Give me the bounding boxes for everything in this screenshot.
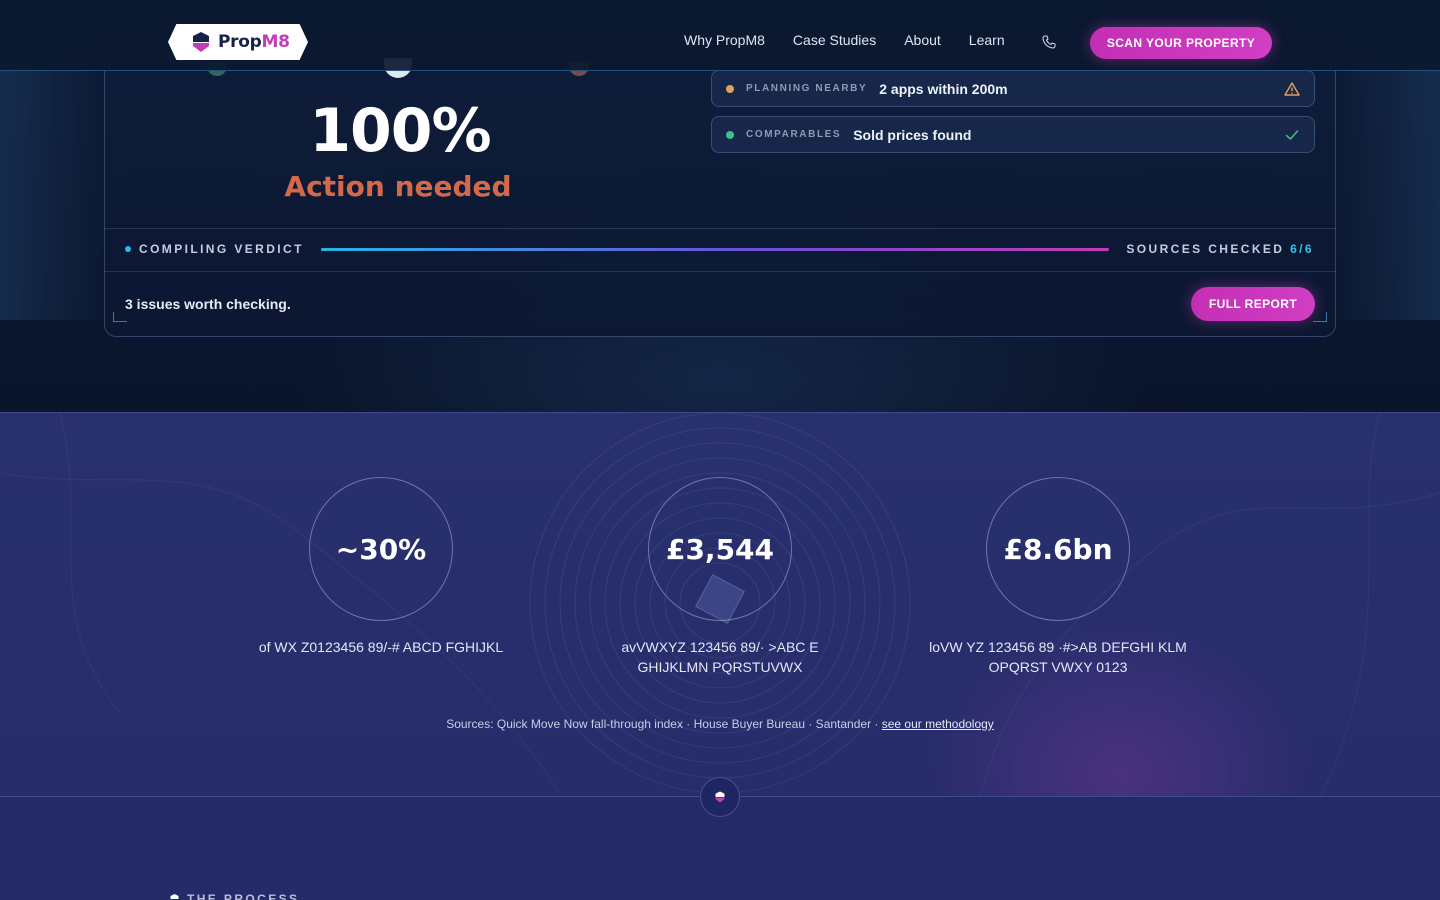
main-nav: Why PropM8 Case Studies About Learn bbox=[684, 32, 1005, 48]
card-divider bbox=[104, 271, 1336, 272]
brand-name: PropM8 bbox=[218, 32, 290, 52]
corner-bracket bbox=[113, 312, 127, 322]
check-row-comparables[interactable]: COMPARABLES Sold prices found bbox=[711, 116, 1315, 153]
scan-property-button[interactable]: SCAN YOUR PROPERTY bbox=[1090, 27, 1272, 59]
stat-value: £8.6bn bbox=[1003, 532, 1113, 566]
stat-value: £3,544 bbox=[665, 532, 775, 566]
verdict-status: Action needed bbox=[284, 170, 512, 203]
check-value: 2 apps within 200m bbox=[879, 80, 1008, 97]
background-photo-right bbox=[1330, 60, 1440, 320]
pulse-dot bbox=[125, 246, 131, 252]
verdict-score: 100% bbox=[309, 96, 491, 166]
verdict-progress-bar bbox=[321, 248, 1109, 251]
check-row-planning[interactable]: PLANNING NEARBY 2 apps within 200m bbox=[711, 70, 1315, 107]
sources-checked-count: 6/6 bbox=[1290, 242, 1314, 256]
stat-caption: of WX Z0123456 89/-# ABCD FGHIJKL bbox=[258, 639, 504, 655]
compiling-indicator: COMPILING VERDICT bbox=[125, 242, 304, 256]
stat-circle: £3,544 bbox=[648, 477, 792, 621]
phone-icon[interactable] bbox=[1042, 35, 1056, 49]
nav-link-case-studies[interactable]: Case Studies bbox=[793, 32, 876, 48]
methodology-link[interactable]: see our methodology bbox=[882, 717, 994, 731]
stat-circle: ~30% bbox=[309, 477, 453, 621]
card-divider bbox=[104, 228, 1336, 229]
check-icon bbox=[1285, 130, 1299, 140]
sources-checked: SOURCES CHECKED 6/6 bbox=[1126, 242, 1314, 256]
status-dot bbox=[726, 84, 734, 93]
stat-caption: avVWXYZ 123456 89/· >ABC E GHIJKLMN PQRS… bbox=[621, 639, 819, 675]
progress-fill bbox=[321, 248, 1109, 251]
navbar: PropM8 Why PropM8 Case Studies About Lea… bbox=[0, 0, 1440, 71]
nav-link-learn[interactable]: Learn bbox=[969, 32, 1005, 48]
brand-prefix: Prop bbox=[218, 32, 262, 52]
background-photo-left bbox=[0, 60, 110, 320]
nav-link-why-propm8[interactable]: Why PropM8 bbox=[684, 32, 765, 48]
sources-citation: Sources: Quick Move Now fall-through ind… bbox=[0, 717, 1440, 731]
stats-section: ~30% £3,544 £8.6bn of WX Z0123456 89/-# … bbox=[0, 412, 1440, 797]
issues-summary: 3 issues worth checking. bbox=[125, 296, 291, 312]
sources-checked-label: SOURCES CHECKED bbox=[1126, 242, 1285, 256]
sources-text: Sources: Quick Move Now fall-through ind… bbox=[446, 717, 882, 731]
corner-bracket bbox=[1313, 312, 1327, 322]
check-value: Sold prices found bbox=[853, 126, 972, 143]
check-label: PLANNING NEARBY bbox=[746, 83, 868, 94]
process-eyebrow-label: THE PROCESS bbox=[187, 892, 300, 900]
logo-mark-icon bbox=[193, 32, 209, 52]
check-label: COMPARABLES bbox=[746, 129, 842, 140]
logo-mark-icon bbox=[715, 791, 725, 803]
process-eyebrow: THE PROCESS bbox=[170, 892, 299, 900]
nav-link-about[interactable]: About bbox=[904, 32, 941, 48]
compiling-label: COMPILING VERDICT bbox=[139, 242, 304, 256]
brand-logo[interactable]: PropM8 bbox=[168, 24, 308, 60]
logo-mark-icon bbox=[170, 894, 179, 899]
warning-triangle-icon bbox=[1284, 82, 1300, 96]
stat-value: ~30% bbox=[335, 532, 427, 566]
stat-caption: loVW YZ 123456 89 ·#>AB DEFGHI KLM OPQRS… bbox=[929, 639, 1187, 675]
section-divider-logo bbox=[700, 777, 740, 817]
status-dot bbox=[726, 130, 734, 139]
stat-circle: £8.6bn bbox=[986, 477, 1130, 621]
full-report-button[interactable]: FULL REPORT bbox=[1191, 287, 1315, 321]
brand-suffix: M8 bbox=[261, 32, 290, 52]
